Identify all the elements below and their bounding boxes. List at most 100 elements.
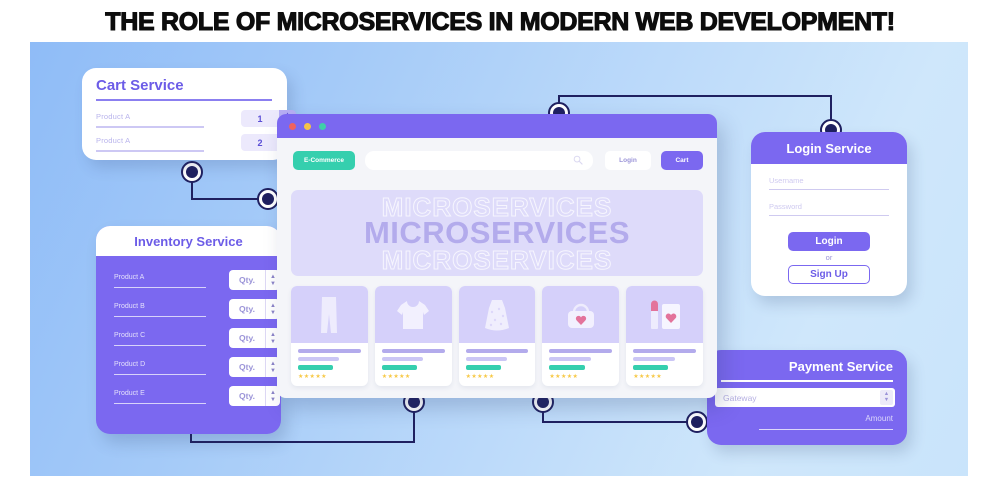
inventory-product-label: Product D bbox=[114, 361, 146, 368]
cart-field-underline bbox=[96, 126, 204, 128]
chevron-down-icon[interactable]: ▼ bbox=[884, 397, 889, 404]
inventory-row[interactable]: Product A Qty. ▲ ▼ bbox=[114, 270, 280, 294]
payment-service-title: Payment Service bbox=[788, 359, 893, 374]
chevron-up-icon[interactable]: ▲ bbox=[270, 303, 276, 309]
hero-banner: MICROSERVICES MICROSERVICES MICROSERVICE… bbox=[291, 190, 703, 276]
inventory-quantity-value: Qty. bbox=[229, 386, 265, 406]
product-rating: ★★★★★ bbox=[381, 374, 411, 380]
product-title-placeholder bbox=[381, 349, 445, 353]
inventory-quantity-stepper[interactable]: Qty. ▲ ▼ bbox=[229, 328, 280, 348]
password-underline bbox=[769, 215, 889, 217]
signup-button[interactable]: Sign Up bbox=[788, 265, 870, 284]
browser-window[interactable]: E-Commerce Login Cart MICROSERVICES MICR… bbox=[277, 114, 717, 398]
username-field[interactable]: Username bbox=[769, 176, 889, 191]
product-price-bar bbox=[465, 365, 501, 370]
infographic-page: THE ROLE OF MICROSERVICES IN MODERN WEB … bbox=[0, 0, 1000, 500]
product-rating: ★★★★★ bbox=[298, 374, 327, 380]
chevron-up-icon[interactable]: ▲ bbox=[270, 390, 276, 396]
product-rating: ★★★★★ bbox=[465, 374, 495, 380]
login-service-header: Login Service bbox=[751, 132, 907, 164]
product-price-bar bbox=[549, 365, 585, 370]
inventory-row[interactable]: Product C Qty. ▲ ▼ bbox=[114, 328, 280, 352]
pants-icon bbox=[321, 296, 338, 333]
inventory-service-panel[interactable]: Inventory Service Product A Qty. ▲ ▼ Pro… bbox=[96, 226, 281, 434]
product-rating: ★★★★★ bbox=[549, 374, 579, 380]
chevron-up-icon[interactable]: ▲ bbox=[270, 361, 276, 367]
product-title-placeholder bbox=[298, 349, 361, 353]
chevron-up-icon[interactable]: ▲ bbox=[270, 332, 276, 338]
cart-product-label: Product A bbox=[96, 136, 131, 145]
inventory-quantity-value: Qty. bbox=[229, 328, 265, 348]
page-title: THE ROLE OF MICROSERVICES IN MODERN WEB … bbox=[105, 7, 896, 36]
product-title-placeholder bbox=[465, 349, 529, 353]
tshirt-icon bbox=[397, 300, 430, 329]
inventory-row[interactable]: Product E Qty. ▲ ▼ bbox=[114, 386, 280, 410]
cart-service-panel[interactable]: Cart Service Product A 1 ▲ ▼ Product A 2… bbox=[82, 68, 296, 160]
password-field[interactable]: Password bbox=[769, 202, 889, 217]
product-card[interactable]: ★★★★★ bbox=[542, 286, 620, 386]
login-service-panel[interactable]: Login Service Username Password Login or… bbox=[751, 132, 907, 296]
amount-label: Amount bbox=[865, 414, 893, 423]
inventory-quantity-stepper[interactable]: Qty. ▲ ▼ bbox=[229, 357, 280, 377]
cart-service-divider bbox=[96, 99, 272, 101]
cart-quantity-value: 1 bbox=[241, 110, 279, 127]
ecommerce-brand-button[interactable]: E-Commerce bbox=[293, 151, 355, 170]
search-icon bbox=[573, 155, 583, 165]
cart-row[interactable]: Product A 1 ▲ ▼ bbox=[96, 110, 296, 134]
inventory-quantity-stepper[interactable]: Qty. ▲ ▼ bbox=[229, 299, 280, 319]
inventory-row[interactable]: Product B Qty. ▲ ▼ bbox=[114, 299, 280, 323]
maximize-icon[interactable] bbox=[319, 122, 326, 130]
product-subtitle-placeholder bbox=[465, 357, 508, 361]
product-info: ★★★★★ bbox=[626, 343, 703, 381]
gateway-placeholder: Gateway bbox=[723, 392, 757, 403]
product-card[interactable]: ★★★★★ bbox=[626, 286, 703, 386]
inventory-quantity-stepper[interactable]: Qty. ▲ ▼ bbox=[229, 270, 280, 290]
chevron-down-icon[interactable]: ▼ bbox=[270, 368, 276, 374]
inventory-field-underline bbox=[114, 287, 206, 289]
inventory-product-label: Product E bbox=[114, 390, 145, 397]
chevron-down-icon[interactable]: ▼ bbox=[270, 397, 276, 403]
product-info: ★★★★★ bbox=[291, 343, 368, 381]
payment-service-divider bbox=[721, 380, 893, 382]
browser-cart-button[interactable]: Cart bbox=[661, 151, 703, 170]
product-subtitle-placeholder bbox=[633, 357, 675, 361]
inventory-service-header: Inventory Service bbox=[96, 226, 281, 256]
login-button[interactable]: Login bbox=[788, 232, 870, 251]
inventory-field-underline bbox=[114, 316, 206, 318]
cosmetics-icon bbox=[650, 300, 680, 329]
product-card[interactable]: ★★★★★ bbox=[291, 286, 368, 386]
inventory-quantity-value: Qty. bbox=[229, 270, 265, 290]
close-icon[interactable] bbox=[289, 122, 296, 130]
chevron-up-icon[interactable]: ▲ bbox=[270, 274, 276, 280]
product-rating: ★★★★★ bbox=[633, 374, 663, 380]
inventory-row[interactable]: Product D Qty. ▲ ▼ bbox=[114, 357, 280, 381]
hero-title: MICROSERVICES bbox=[363, 215, 631, 250]
cart-product-label: Product A bbox=[96, 112, 131, 121]
chevron-down-icon[interactable]: ▼ bbox=[270, 339, 276, 345]
gateway-stepper-buttons[interactable]: ▲ ▼ bbox=[880, 390, 893, 405]
product-card[interactable]: ★★★★★ bbox=[374, 286, 452, 386]
product-card[interactable]: ★★★★★ bbox=[458, 286, 536, 386]
cart-row[interactable]: Product A 2 ▲ ▼ bbox=[96, 134, 296, 158]
inventory-field-underline bbox=[114, 403, 206, 405]
payment-service-panel[interactable]: Payment Service Gateway ▲ ▼ Amount bbox=[707, 350, 907, 445]
browser-login-button[interactable]: Login bbox=[605, 151, 651, 170]
product-subtitle-placeholder bbox=[381, 357, 424, 361]
gateway-select[interactable]: Gateway ▲ ▼ bbox=[715, 388, 895, 407]
inventory-field-underline bbox=[114, 374, 206, 376]
search-input[interactable] bbox=[365, 151, 593, 170]
inventory-product-label: Product B bbox=[114, 303, 145, 310]
product-title-placeholder bbox=[633, 349, 696, 353]
dress-icon bbox=[484, 299, 509, 330]
browser-navbar: E-Commerce Login Cart bbox=[277, 148, 717, 180]
product-price-bar bbox=[298, 365, 334, 370]
inventory-quantity-stepper[interactable]: Qty. ▲ ▼ bbox=[229, 386, 280, 406]
chevron-down-icon[interactable]: ▼ bbox=[270, 310, 276, 316]
product-image bbox=[374, 286, 452, 343]
chevron-down-icon[interactable]: ▼ bbox=[270, 281, 276, 287]
product-price-bar bbox=[381, 365, 417, 370]
product-info: ★★★★★ bbox=[542, 343, 619, 381]
product-info: ★★★★★ bbox=[459, 343, 536, 381]
minimize-icon[interactable] bbox=[304, 122, 311, 130]
password-placeholder: Password bbox=[769, 202, 802, 211]
